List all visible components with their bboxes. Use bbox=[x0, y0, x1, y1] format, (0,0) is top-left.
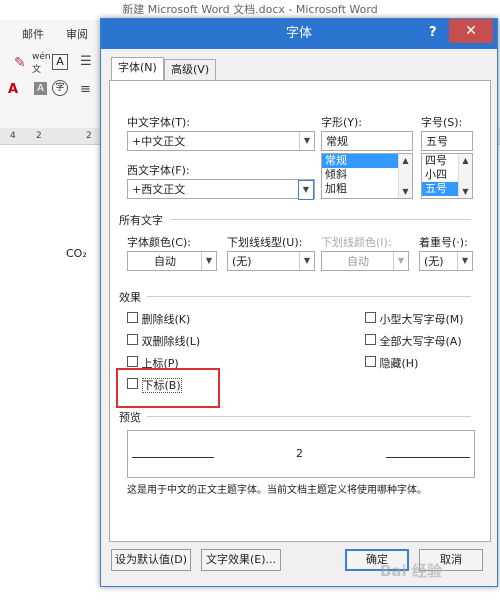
dialog-title: 字体 bbox=[285, 26, 312, 41]
underline-style-label: 下划线线型(U): bbox=[227, 236, 303, 249]
doc-text: CO₂ bbox=[66, 247, 87, 260]
scrollbar[interactable]: ▲ ▼ bbox=[458, 154, 472, 198]
font-color-icon[interactable]: A bbox=[8, 82, 18, 97]
preview-sample: 2 bbox=[296, 447, 303, 460]
font-color-label: 字体颜色(C): bbox=[127, 236, 191, 249]
checkbox-box[interactable] bbox=[365, 356, 376, 367]
tab-font[interactable]: 字体(N) bbox=[111, 57, 164, 81]
enclose-char-icon[interactable]: 字 bbox=[52, 80, 68, 96]
size-input[interactable]: 五号 bbox=[421, 131, 473, 151]
emphasis-select[interactable]: (无) ▼ bbox=[419, 251, 473, 271]
checkbox-label: 双删除线(L) bbox=[141, 335, 201, 348]
list-item[interactable]: 小四 bbox=[422, 168, 458, 182]
size-label: 字号(S): bbox=[421, 116, 463, 129]
text-effects-button[interactable]: 文字效果(E)... bbox=[201, 549, 281, 571]
underline-color-value: 自动 bbox=[347, 255, 369, 268]
chinese-font-label: 中文字体(T): bbox=[127, 116, 191, 129]
western-font-value: +西文正文 bbox=[132, 183, 186, 196]
checkbox-label: 隐藏(H) bbox=[379, 357, 419, 370]
bullets-icon[interactable]: ☰ bbox=[80, 54, 92, 69]
checkbox-box[interactable] bbox=[127, 312, 138, 323]
chevron-down-icon: ▼ bbox=[393, 252, 408, 270]
checkbox-box[interactable] bbox=[365, 334, 376, 345]
font-color-select[interactable]: 自动 ▼ bbox=[127, 251, 217, 271]
preview-box: 2 bbox=[127, 430, 475, 478]
ruler-tick: 4 bbox=[10, 131, 16, 141]
list-item[interactable]: 常规 bbox=[322, 154, 398, 168]
strikethrough-checkbox[interactable]: 删除线(K) bbox=[127, 311, 190, 327]
align-icon[interactable]: ≡ bbox=[80, 82, 91, 97]
effects-heading: 效果 bbox=[119, 291, 141, 304]
checkbox-label: 删除线(K) bbox=[141, 313, 191, 326]
list-item[interactable]: 四号 bbox=[422, 154, 458, 168]
all-text-heading: 所有文字 bbox=[119, 214, 163, 227]
all-caps-checkbox[interactable]: 全部大写字母(A) bbox=[365, 333, 462, 349]
list-item[interactable]: 五号 bbox=[422, 182, 458, 196]
checkbox-label: 全部大写字母(A) bbox=[379, 335, 462, 348]
list-item[interactable]: 加粗 bbox=[322, 182, 398, 196]
preview-heading: 预览 bbox=[119, 411, 141, 424]
help-button[interactable]: ? bbox=[429, 25, 437, 40]
close-button[interactable]: ✕ bbox=[449, 19, 493, 43]
style-list[interactable]: 常规 倾斜 加粗 ▲ ▼ bbox=[321, 153, 413, 199]
hidden-checkbox[interactable]: 隐藏(H) bbox=[365, 355, 418, 371]
emphasis-label: 着重号(·): bbox=[419, 236, 468, 249]
ribbon-tab-review[interactable]: 审阅 bbox=[66, 26, 88, 42]
divider bbox=[171, 219, 471, 220]
chevron-down-icon[interactable]: ▼ bbox=[399, 185, 412, 198]
chevron-down-icon[interactable]: ▼ bbox=[298, 180, 314, 200]
small-caps-checkbox[interactable]: 小型大写字母(M) bbox=[365, 311, 464, 327]
chevron-down-icon[interactable]: ▼ bbox=[299, 252, 314, 270]
chevron-down-icon[interactable]: ▼ bbox=[457, 252, 472, 270]
char-shading-icon[interactable]: A bbox=[34, 82, 47, 95]
ruler-tick: 2 bbox=[36, 131, 42, 141]
emphasis-value: (无) bbox=[424, 255, 444, 268]
set-default-button[interactable]: 设为默认值(D) bbox=[111, 549, 191, 571]
chevron-up-icon[interactable]: ▲ bbox=[399, 154, 412, 167]
preview-note: 这是用于中文的正文主题字体。当前文档主题定义将使用哪种字体。 bbox=[127, 485, 427, 496]
divider bbox=[147, 416, 471, 417]
chinese-font-value: +中文正文 bbox=[132, 135, 186, 148]
ruler-tick: 2 bbox=[86, 131, 92, 141]
style-input[interactable]: 常规 bbox=[321, 131, 413, 151]
underline-color-label: 下划线颜色(I): bbox=[321, 236, 392, 249]
size-list[interactable]: 四号 小四 五号 ▲ ▼ bbox=[421, 153, 473, 199]
underline-style-value: (无) bbox=[232, 255, 252, 268]
style-label: 字形(Y): bbox=[321, 116, 363, 129]
checkbox-box[interactable] bbox=[127, 334, 138, 345]
char-border-icon[interactable]: A bbox=[52, 54, 68, 70]
double-strikethrough-checkbox[interactable]: 双删除线(L) bbox=[127, 333, 200, 349]
chinese-font-select[interactable]: +中文正文 ▼ bbox=[127, 131, 315, 151]
preview-line bbox=[132, 457, 214, 458]
divider bbox=[147, 296, 471, 297]
western-font-select[interactable]: +西文正文 ▼ bbox=[127, 179, 315, 200]
checkbox-label: 小型大写字母(M) bbox=[379, 313, 464, 326]
font-color-value: 自动 bbox=[154, 255, 176, 268]
word-window-title: 新建 Microsoft Word 文档.docx - Microsoft Wo… bbox=[0, 0, 500, 20]
highlight-box bbox=[116, 368, 220, 408]
checkbox-box[interactable] bbox=[127, 356, 138, 367]
chevron-down-icon[interactable]: ▼ bbox=[201, 252, 216, 270]
chevron-down-icon[interactable]: ▼ bbox=[299, 132, 314, 150]
ribbon-tab-mailings[interactable]: 邮件 bbox=[22, 26, 44, 42]
watermark: Bai 经验 bbox=[380, 562, 442, 580]
phonetic-guide-icon[interactable]: wén 文 bbox=[32, 52, 51, 75]
underline-style-select[interactable]: (无) ▼ bbox=[227, 251, 315, 271]
checkbox-box[interactable] bbox=[365, 312, 376, 323]
tab-advanced[interactable]: 高级(V) bbox=[164, 59, 217, 80]
chevron-up-icon[interactable]: ▲ bbox=[459, 154, 472, 167]
format-painter-icon[interactable]: ✎ bbox=[14, 55, 26, 71]
font-dialog: 字体 ? ✕ 字体(N) 高级(V) 中文字体(T): +中文正文 ▼ 西文字体… bbox=[100, 18, 498, 587]
style-value: 常规 bbox=[326, 135, 348, 148]
underline-color-select: 自动 ▼ bbox=[321, 251, 409, 271]
scrollbar[interactable]: ▲ ▼ bbox=[398, 154, 412, 198]
chevron-down-icon[interactable]: ▼ bbox=[459, 185, 472, 198]
size-value: 五号 bbox=[426, 135, 448, 148]
western-font-label: 西文字体(F): bbox=[127, 164, 190, 177]
preview-line bbox=[386, 457, 470, 458]
list-item[interactable]: 倾斜 bbox=[322, 168, 398, 182]
